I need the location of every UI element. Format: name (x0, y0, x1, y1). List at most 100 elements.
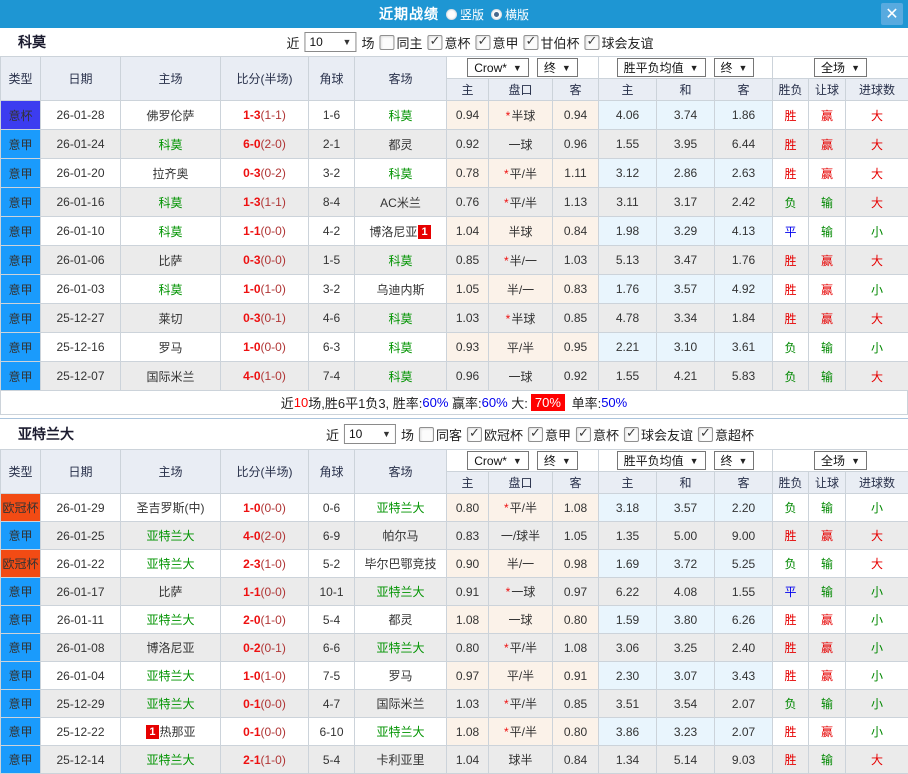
avg-time-dropdown[interactable]: 终▼ (714, 451, 755, 470)
league-filter-checkbox[interactable]: 意甲 (528, 425, 571, 444)
result-handicap: 输 (809, 494, 846, 522)
league-badge: 意甲 (1, 275, 41, 304)
league-badge: 欧冠杯 (1, 550, 41, 578)
chevron-down-icon: ▼ (343, 37, 352, 47)
avg-away-odds: 2.40 (715, 634, 773, 662)
fulltime-score: 2-1 (243, 753, 260, 767)
league-filter-checkbox[interactable]: 甘伯杯 (524, 33, 580, 52)
result-handicap: 输 (809, 333, 846, 362)
avg-away-odds: 4.13 (715, 217, 773, 246)
section-header: 科莫近10▼场同主意杯意甲甘伯杯球会友谊 (0, 28, 908, 56)
league-badge: 意甲 (1, 662, 41, 690)
fulltime-score: 0-2 (243, 641, 260, 655)
avg-away-odds: 2.07 (715, 718, 773, 746)
home-team: 亚特兰大 (121, 606, 221, 634)
avg-dropdown[interactable]: 胜平负均值▼ (617, 58, 706, 77)
col-header-type: 类型 (1, 450, 41, 494)
handicap-text: 一球 (508, 613, 532, 627)
handicap-text: 球半 (508, 753, 532, 767)
away-team: 帕尔马 (355, 522, 447, 550)
games-label: 场 (401, 425, 414, 444)
league-filter-checkbox[interactable]: 意超杯 (698, 425, 754, 444)
col-header-corner: 角球 (309, 57, 355, 101)
match-score: 0-3(0-0) (221, 246, 309, 275)
home-team: 科莫 (121, 188, 221, 217)
avg-home-odds: 1.55 (599, 130, 657, 159)
handicap-home-odds: 0.80 (447, 494, 489, 522)
league-filter-checkbox[interactable]: 欧冠杯 (467, 425, 523, 444)
same-venue-checkbox[interactable]: 同主 (379, 33, 422, 52)
bookmaker-dropdown[interactable]: Crow*▼ (467, 58, 529, 77)
league-filter-checkbox[interactable]: 球会友谊 (624, 425, 693, 444)
team-label: 都灵 (388, 138, 412, 152)
handicap-text: 平/半 (510, 196, 537, 210)
checkbox-checked-icon (467, 427, 482, 442)
handicap-text: 一球 (508, 138, 532, 152)
titlebar: 近期战绩 竖版 横版 ✕ (0, 0, 908, 28)
radio-horizontal[interactable]: 横版 (491, 6, 529, 23)
avg-away-odds: 5.25 (715, 550, 773, 578)
away-team: 亚特兰大 (355, 634, 447, 662)
table-row: 意甲26-01-16科莫1-3(1-1)8-4AC米兰0.76*平/半1.133… (1, 188, 908, 217)
result-winloss: 平 (773, 578, 809, 606)
match-date: 26-01-20 (41, 159, 121, 188)
bookmaker-dropdown[interactable]: Crow*▼ (467, 451, 529, 470)
scope-dropdown[interactable]: 全场▼ (814, 451, 867, 470)
result-winloss: 胜 (773, 246, 809, 275)
away-team: 亚特兰大 (355, 718, 447, 746)
match-count-select[interactable]: 10▼ (304, 32, 356, 52)
result-goals: 大 (846, 522, 908, 550)
result-handicap: 输 (809, 746, 846, 774)
avg-draw-odds: 5.00 (657, 522, 715, 550)
col-header-corner: 角球 (309, 450, 355, 494)
table-row: 意甲25-12-16罗马1-0(0-0)6-3科莫0.93平/半0.952.21… (1, 333, 908, 362)
avg-away-odds: 2.63 (715, 159, 773, 188)
odds-time-dropdown[interactable]: 终▼ (537, 58, 578, 77)
avg-home-odds: 1.35 (599, 522, 657, 550)
col-header-type: 类型 (1, 57, 41, 101)
away-team: 科莫 (355, 246, 447, 275)
avg-home-odds: 4.06 (599, 101, 657, 130)
home-team: 科莫 (121, 130, 221, 159)
odds-group-header: Crow*▼ 终▼ (447, 57, 599, 79)
same-venue-checkbox[interactable]: 同客 (419, 425, 462, 444)
table-row: 意甲26-01-03科莫1-0(1-0)3-2乌迪内斯1.05半/一0.831.… (1, 275, 908, 304)
radio-vertical[interactable]: 竖版 (446, 6, 484, 23)
handicap-away-odds: 0.84 (553, 217, 599, 246)
avg-dropdown[interactable]: 胜平负均值▼ (617, 451, 706, 470)
team-label: 科莫 (388, 370, 412, 384)
handicap-line: 一球 (489, 130, 553, 159)
league-filter-checkbox[interactable]: 球会友谊 (585, 33, 654, 52)
handicap-text: 半/一 (507, 557, 534, 571)
subheader-odds-handicap: 盘口 (489, 472, 553, 494)
avg-home-odds: 5.13 (599, 246, 657, 275)
scope-dropdown[interactable]: 全场▼ (814, 58, 867, 77)
handicap-line: 半/一 (489, 550, 553, 578)
avg-home-odds: 3.11 (599, 188, 657, 217)
avg-time-dropdown[interactable]: 终▼ (714, 58, 755, 77)
result-winloss: 胜 (773, 662, 809, 690)
corner-score: 6-10 (309, 718, 355, 746)
league-filter-checkbox[interactable]: 意杯 (427, 33, 470, 52)
table-row: 意甲26-01-04亚特兰大1-0(1-0)7-5罗马0.97平/半0.912.… (1, 662, 908, 690)
avg-home-odds: 1.59 (599, 606, 657, 634)
result-winloss: 胜 (773, 522, 809, 550)
handicap-home-odds: 1.04 (447, 217, 489, 246)
handicap-line: 半/一 (489, 275, 553, 304)
halftime-score: (0-2) (261, 166, 286, 180)
handicap-line: 一球 (489, 606, 553, 634)
halftime-score: (1-1) (261, 195, 286, 209)
handicap-home-odds: 0.90 (447, 550, 489, 578)
league-filter-checkbox[interactable]: 意杯 (576, 425, 619, 444)
match-score: 2-1(1-0) (221, 746, 309, 774)
close-button[interactable]: ✕ (881, 3, 903, 25)
result-winloss: 负 (773, 188, 809, 217)
chevron-down-icon: ▼ (690, 456, 699, 466)
avg-home-odds: 1.34 (599, 746, 657, 774)
match-count-select[interactable]: 10▼ (344, 424, 396, 444)
league-filter-checkbox[interactable]: 意甲 (476, 33, 519, 52)
result-goals: 大 (846, 746, 908, 774)
chevron-down-icon: ▼ (513, 63, 522, 73)
page-title: 近期战绩 (379, 4, 439, 24)
odds-time-dropdown[interactable]: 终▼ (537, 451, 578, 470)
